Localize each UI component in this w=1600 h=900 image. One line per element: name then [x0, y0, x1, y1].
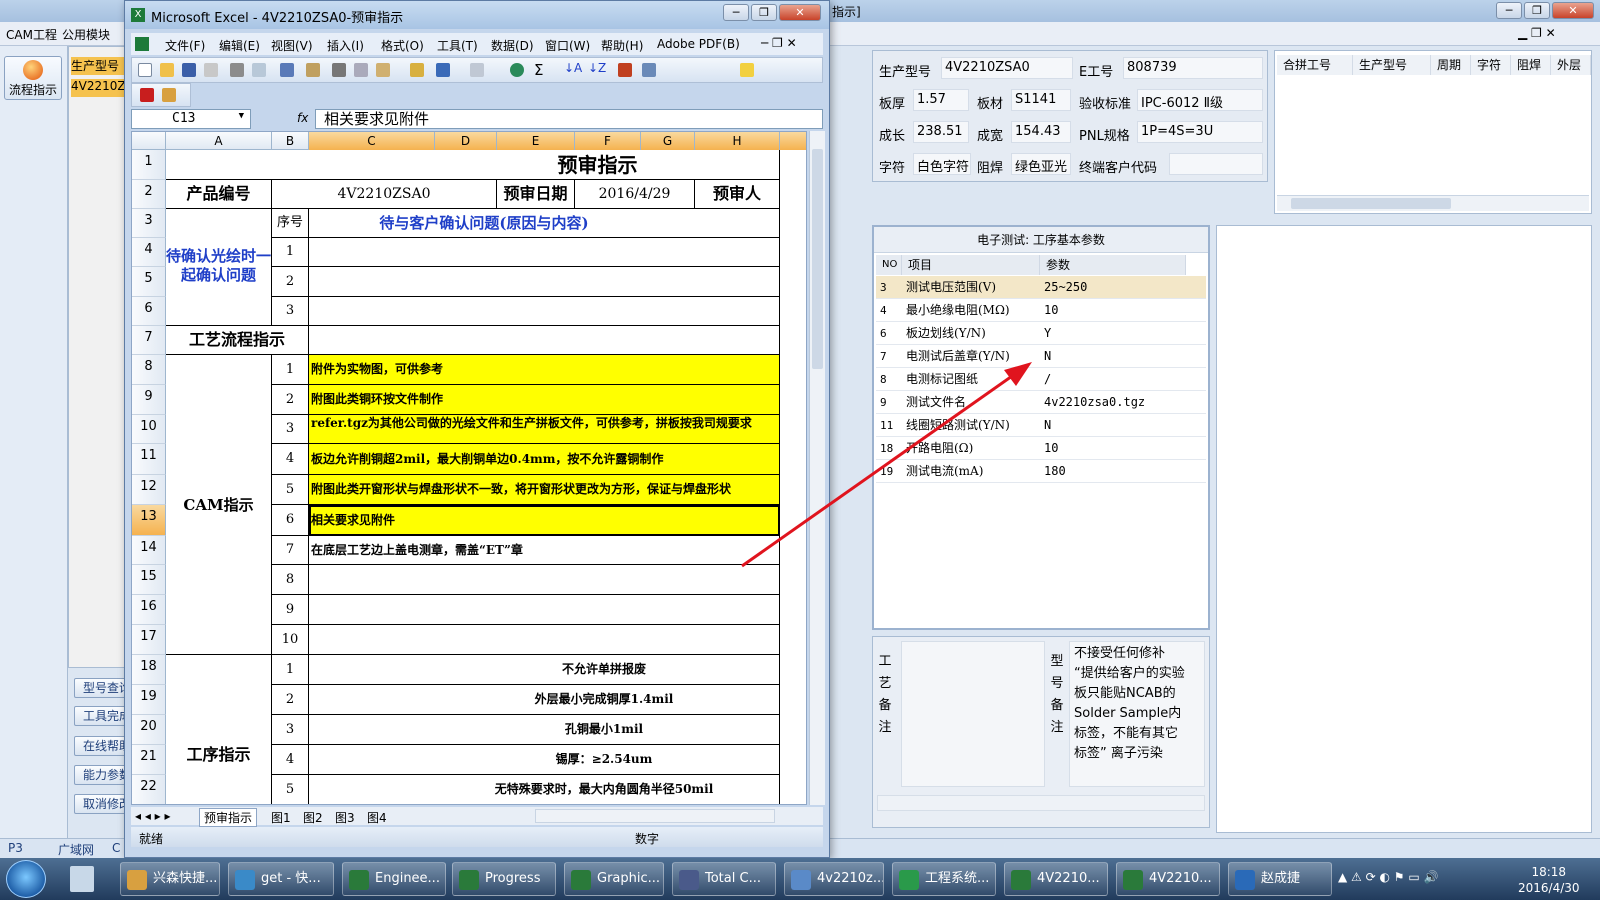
taskbar-item-label: 兴森快捷...	[153, 871, 218, 886]
app-icon	[127, 870, 147, 890]
taskbar-item[interactable]: 工程系统...	[892, 862, 996, 896]
taskbar-item-label: Graphic...	[597, 871, 661, 886]
taskbar-item[interactable]: 4V2210...	[1004, 862, 1108, 896]
arrow-head	[1004, 362, 1032, 386]
calculator-icon[interactable]	[70, 866, 94, 892]
taskbar-item[interactable]: get - 快...	[228, 862, 334, 896]
taskbar-item[interactable]: 赵成捷	[1228, 862, 1332, 896]
taskbar-item-label: Progress	[485, 871, 541, 886]
taskbar-item-label: 4V2210...	[1037, 871, 1100, 886]
app-icon	[235, 870, 255, 890]
taskbar-item[interactable]: 4V2210...	[1116, 862, 1220, 896]
app-icon	[459, 870, 479, 890]
taskbar-item-label: 工程系统...	[925, 871, 990, 886]
app-icon	[571, 870, 591, 890]
taskbar-item[interactable]: Progress	[452, 862, 556, 896]
taskbar-item[interactable]: Graphic...	[564, 862, 664, 896]
app-icon	[349, 870, 369, 890]
taskbar-item-label: Total C...	[705, 871, 761, 886]
taskbar: 兴森快捷... get - 快... Enginee... Progress Graph…	[0, 858, 1600, 900]
app-icon	[1235, 870, 1255, 890]
taskbar-item-label: 赵成捷	[1261, 871, 1301, 886]
start-button[interactable]	[6, 860, 46, 898]
clock[interactable]: 18:18 2016/4/30	[1518, 864, 1580, 896]
taskbar-item[interactable]: 4v2210z...	[784, 862, 884, 896]
arrow-line	[741, 372, 1016, 568]
taskbar-item-label: 4V2210...	[1149, 871, 1212, 886]
taskbar-item-label: Enginee...	[375, 871, 440, 886]
taskbar-item-label: get - 快...	[261, 871, 321, 886]
app-icon	[1123, 870, 1143, 890]
app-icon	[679, 870, 699, 890]
taskbar-item[interactable]: 兴森快捷...	[120, 862, 220, 896]
app-icon	[791, 870, 811, 890]
tray-icons[interactable]: ▲ ⚠ ⟳ ◐ ⚑ ▭ 🔊	[1338, 870, 1438, 884]
taskbar-item[interactable]: Enginee...	[342, 862, 446, 896]
app-icon	[899, 870, 919, 890]
annotation-arrow	[741, 362, 1032, 568]
taskbar-item[interactable]: Total C...	[672, 862, 776, 896]
clock-time: 18:18	[1531, 865, 1567, 879]
taskbar-item-label: 4v2210z...	[817, 871, 884, 886]
clock-date: 2016/4/30	[1518, 881, 1580, 895]
app-icon	[1011, 870, 1031, 890]
